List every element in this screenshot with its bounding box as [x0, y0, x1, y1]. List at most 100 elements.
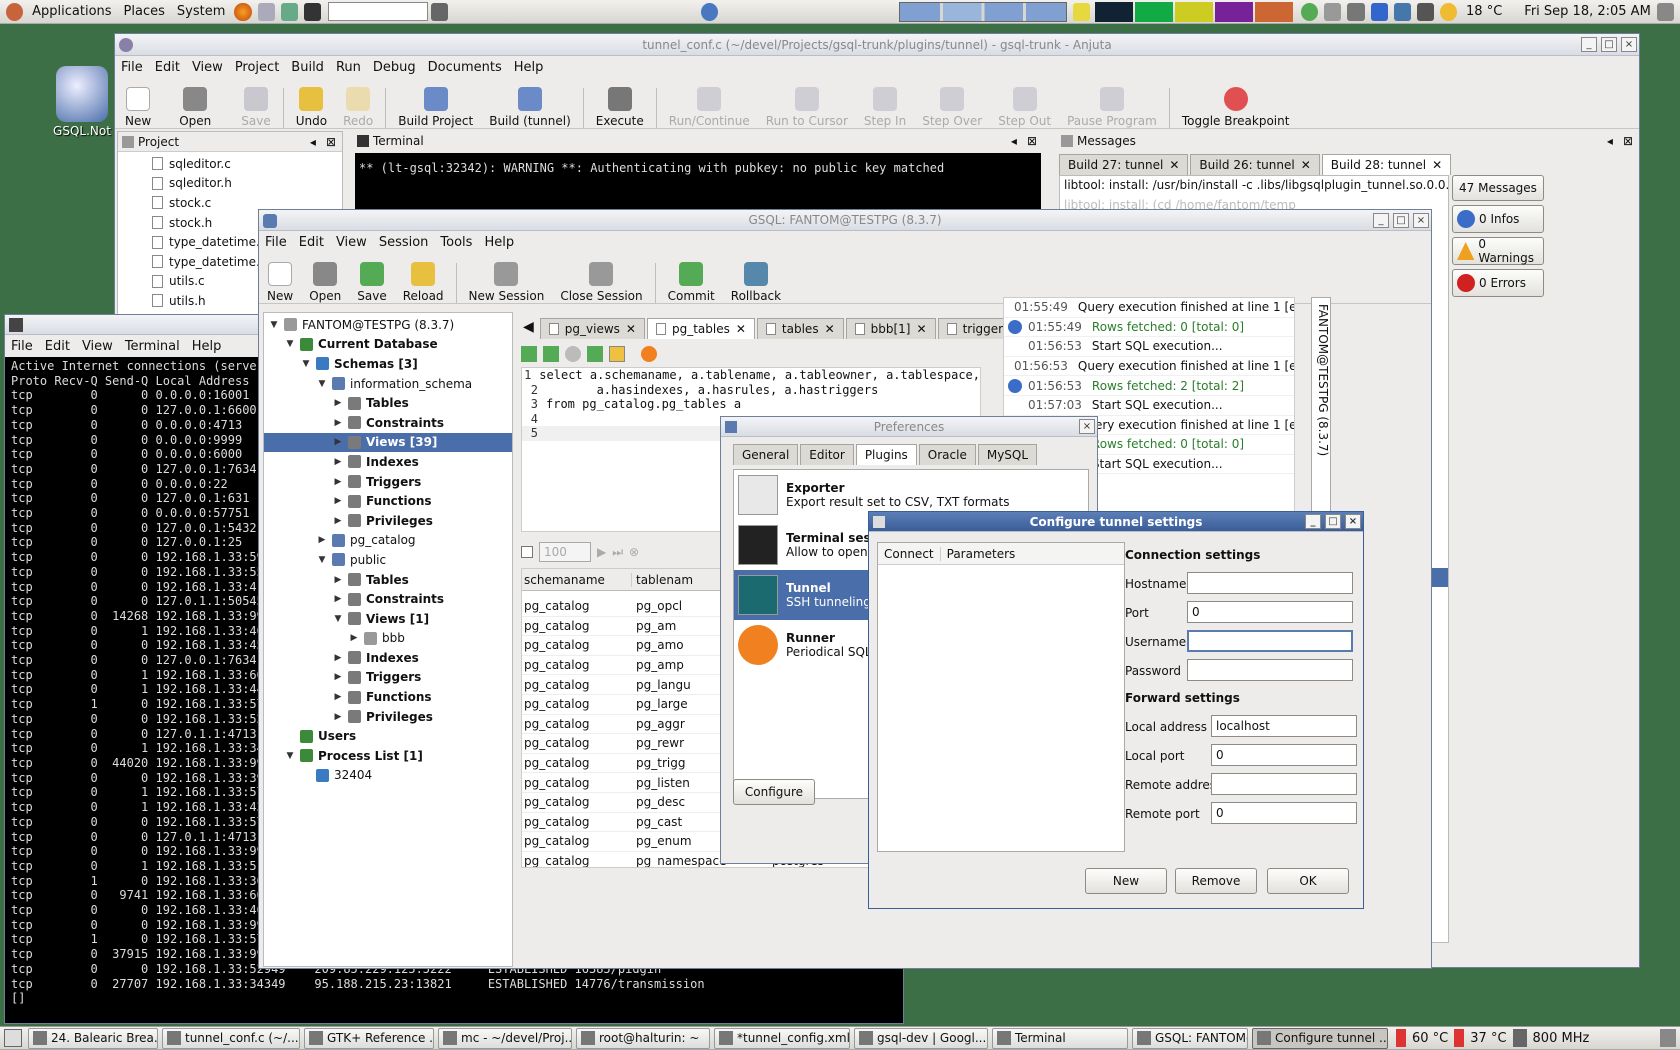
last-page-icon[interactable]: ⏭ [612, 545, 623, 560]
log-entry[interactable]: 01:55:49 Rows fetched: 0 [total: 0] [1004, 318, 1294, 338]
anjuta-pause-button[interactable]: Pause Program [1059, 87, 1165, 128]
object-tree[interactable]: ▼ FANTOM@TESTPG (8.3.7) ▼ Current Database ▼… [263, 312, 513, 967]
tree-node[interactable]: ▶ Triggers [264, 472, 512, 492]
list-item[interactable]: sqleditor.c [152, 154, 342, 174]
preferences-titlebar[interactable]: Preferences × [721, 417, 1097, 437]
tree-node[interactable]: ▶ Tables [264, 393, 512, 413]
expander-open-icon[interactable]: ▼ [300, 359, 312, 369]
maximize-icon[interactable]: □ [1325, 514, 1341, 529]
run-selection-icon[interactable] [587, 346, 603, 362]
camera-icon[interactable] [430, 2, 449, 21]
close-icon[interactable]: × [1413, 213, 1429, 228]
tree-node[interactable]: ▼ Schemas [3] [264, 354, 512, 374]
tree-node[interactable]: ▶ Functions [264, 491, 512, 511]
xterm-menu-help[interactable]: Help [186, 339, 228, 354]
anjuta-toggle-breakpoint-button[interactable]: Toggle Breakpoint [1174, 87, 1298, 128]
expander-open-icon[interactable]: ▼ [284, 751, 296, 761]
gsql-new-session-button[interactable]: New Session [461, 262, 553, 303]
expander-closed-icon[interactable]: ▶ [348, 633, 360, 643]
xterm-menu-edit[interactable]: Edit [39, 339, 76, 354]
all-messages-button[interactable]: 47 Messages [1452, 175, 1544, 201]
minimize-icon[interactable]: _ [1305, 514, 1321, 529]
tree-node[interactable]: ▶ Privileges [264, 511, 512, 531]
tab-build-28[interactable]: Build 28: tunnel ✕ [1321, 154, 1452, 175]
taskbar-item[interactable]: GSQL: FANTOM@... [1132, 1027, 1248, 1049]
gsql-titlebar[interactable]: GSQL: FANTOM@TESTPG (8.3.7) _ □ × [259, 210, 1431, 231]
expander-closed-icon[interactable]: ▶ [332, 496, 344, 506]
gsql-menu-file[interactable]: File [259, 235, 293, 250]
tree-node[interactable]: ▶ Indexes [264, 648, 512, 668]
xterm-menu-view[interactable]: View [76, 339, 119, 354]
expander-open-icon[interactable]: ▼ [316, 379, 328, 389]
stop-icon[interactable] [565, 346, 581, 362]
tree-node[interactable]: ▶ Indexes [264, 452, 512, 472]
tree-node[interactable]: ▼ information_schema [264, 374, 512, 394]
next-page-icon[interactable]: ▶ [597, 545, 606, 559]
hostname-input[interactable] [1187, 572, 1353, 594]
notes-icon[interactable] [1072, 2, 1090, 21]
show-desktop-icon[interactable] [4, 1029, 22, 1047]
tab-mysql[interactable]: MySQL [977, 444, 1038, 465]
firefox-icon[interactable] [234, 2, 252, 21]
anjuta-new-button[interactable]: New [117, 87, 159, 128]
tab-bbb[interactable]: bbb[1] ✕ [845, 318, 936, 339]
xterm-menu-file[interactable]: File [5, 339, 39, 354]
tree-node[interactable]: ▼ Current Database [264, 335, 512, 355]
minimize-icon[interactable]: _ [1373, 213, 1389, 228]
anjuta-build-tunnel-button[interactable]: Build (tunnel) [481, 87, 579, 128]
tree-node[interactable]: ▼ FANTOM@TESTPG (8.3.7) [264, 315, 512, 335]
anjuta-menu-help[interactable]: Help [508, 60, 550, 75]
anjuta-step-in-button[interactable]: Step In [856, 87, 914, 128]
anjuta-redo-button[interactable]: Redo [335, 87, 381, 128]
close-tab-icon[interactable]: ✕ [917, 322, 927, 336]
detach-icon[interactable]: ◂ [310, 135, 316, 149]
expander-open-icon[interactable]: ▼ [332, 614, 344, 624]
infos-filter-button[interactable]: 0 Infos [1452, 205, 1544, 233]
anjuta-menu-debug[interactable]: Debug [367, 60, 422, 75]
tab-build-26[interactable]: Build 26: tunnel ✕ [1190, 154, 1320, 175]
close-tab-icon[interactable]: ✕ [626, 322, 636, 336]
tree-node[interactable]: ▶ Functions [264, 687, 512, 707]
session-side-tab[interactable]: FANTOM@TESTPG (8.3.7) [1311, 297, 1331, 547]
local-address-input[interactable]: localhost [1211, 715, 1357, 737]
expander-closed-icon[interactable]: ▶ [332, 712, 344, 722]
local-port-spinner[interactable]: 0 [1211, 744, 1357, 766]
run-step-icon[interactable] [543, 346, 559, 362]
log-entry[interactable]: 01:55:49 Query execution finished at line… [1004, 298, 1294, 318]
gsql-menu-edit[interactable]: Edit [293, 235, 330, 250]
port-spinner[interactable]: 0 [1187, 601, 1353, 623]
taskbar-item[interactable]: 24. Balearic Brea... [28, 1027, 158, 1049]
remove-tunnel-button[interactable]: Remove [1175, 868, 1257, 894]
clock[interactable]: Fri Sep 18, 2:05 AM [1518, 4, 1657, 19]
anjuta-undo-button[interactable]: Undo [288, 87, 335, 128]
close-panel-icon[interactable]: ⊠ [1027, 134, 1037, 148]
remote-address-input[interactable] [1211, 773, 1357, 795]
new-tunnel-button[interactable]: New [1085, 868, 1167, 894]
expander-closed-icon[interactable]: ▶ [316, 535, 328, 545]
expander-closed-icon[interactable]: ▶ [332, 692, 344, 702]
trash-icon[interactable] [1660, 1029, 1676, 1047]
expander-closed-icon[interactable]: ▶ [332, 516, 344, 526]
anjuta-menu-edit[interactable]: Edit [149, 60, 186, 75]
weather-temp[interactable]: 18 °C [1460, 4, 1508, 19]
tab-editor[interactable]: Editor [800, 444, 854, 465]
tab-pg-views[interactable]: pg_views ✕ [539, 318, 645, 339]
anjuta-run-to-cursor-button[interactable]: Run to Cursor [758, 87, 856, 128]
taskbar-item[interactable]: Terminal [992, 1027, 1128, 1049]
taskbar-item[interactable]: tunnel_conf.c (~/... [162, 1027, 300, 1049]
tunnel-list[interactable]: Connect Parameters [877, 542, 1125, 852]
battery-icon[interactable] [1347, 2, 1365, 21]
tree-node[interactable]: ▶ Views [39] [264, 432, 512, 453]
tree-node[interactable]: ▶ Constraints [264, 413, 512, 433]
expander-open-icon[interactable]: ▼ [316, 555, 328, 565]
tree-node[interactable]: ▶ pg_catalog [264, 531, 512, 551]
anjuta-menu-project[interactable]: Project [229, 60, 285, 75]
close-tab-icon[interactable]: ✕ [1169, 158, 1179, 172]
anjuta-titlebar[interactable]: tunnel_conf.c (~/devel/Projects/gsql-tru… [115, 34, 1639, 56]
printer-icon[interactable] [1324, 2, 1342, 21]
expander-open-icon[interactable]: ▼ [284, 339, 296, 349]
tab-tables[interactable]: tables ✕ [756, 318, 844, 339]
tree-node[interactable]: ▼ public [264, 550, 512, 570]
display-icon[interactable] [1393, 2, 1411, 21]
anjuta-menu-view[interactable]: View [186, 60, 229, 75]
